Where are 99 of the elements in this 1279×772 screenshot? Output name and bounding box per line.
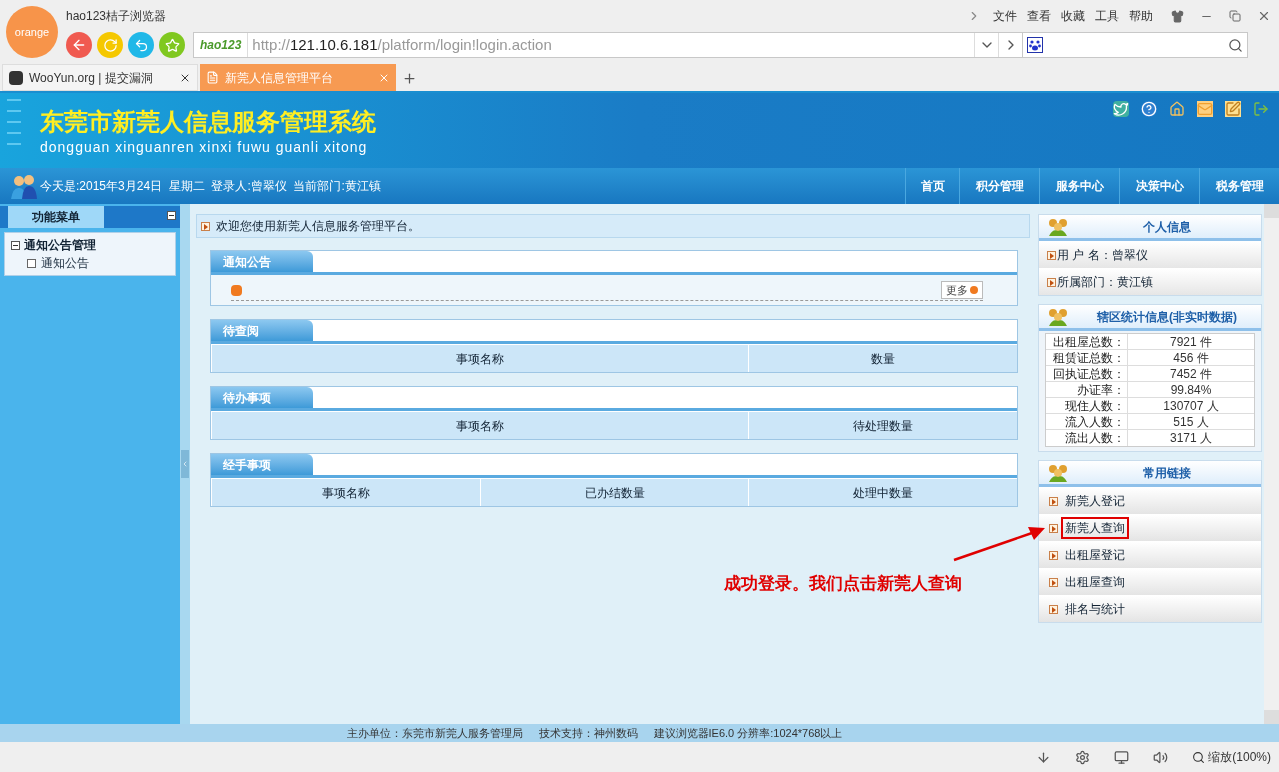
column-header: 处理中数量: [748, 479, 1017, 506]
stat-label: 流入人数：: [1046, 414, 1128, 429]
bullet-icon: [201, 221, 210, 231]
bullet-icon: [1049, 550, 1058, 560]
expand-toggle-icon[interactable]: [11, 240, 20, 250]
address-logo: hao123: [194, 33, 249, 57]
session-info: 今天是:2015年3月24日 星期二 登录人:曾翠仪 当前部门:黄江镇: [40, 178, 381, 195]
people-icon: [1047, 463, 1069, 482]
bullet-icon: [1047, 250, 1056, 260]
stat-value: 130707 人: [1162, 398, 1220, 413]
menu-item[interactable]: 帮助: [1129, 7, 1153, 25]
edit-icon[interactable]: [1225, 101, 1241, 117]
info-row-text: 所属部门：黄江镇: [1057, 274, 1153, 291]
more-button[interactable]: 更多: [941, 280, 983, 300]
url-text: http://121.10.6.181/platform/login!login.action: [252, 34, 553, 55]
column-header: 事项名称: [211, 479, 480, 506]
section-title: 待办事项: [211, 387, 313, 408]
page-icon: [206, 71, 219, 84]
footer-text: 技术支持：神州数码: [538, 725, 638, 741]
footer-text: 主办单位：东莞市新莞人服务管理局: [346, 725, 523, 741]
undo-icon: [133, 37, 149, 53]
column-header: 事项名称: [211, 412, 748, 439]
new-tab-icon[interactable]: [402, 71, 417, 86]
window-title: hao123桔子浏览器: [66, 8, 168, 25]
star-icon: [164, 37, 180, 53]
panel-title: 个人信息: [1142, 218, 1192, 236]
panel-title: 常用链接: [1142, 464, 1192, 482]
close-icon[interactable]: [1257, 9, 1271, 23]
notice-icon: [231, 284, 242, 296]
stat-label: 现住人数：: [1046, 398, 1128, 413]
bullet-icon: [1049, 523, 1058, 533]
refresh-icon: [102, 37, 118, 53]
bullet-icon: [1047, 277, 1056, 287]
column-header: 已办结数量: [479, 479, 749, 506]
menu-item[interactable]: 工具: [1095, 7, 1119, 25]
quick-link[interactable]: 出租屋查询: [1063, 573, 1127, 591]
column-header: 待处理数量: [748, 412, 1017, 439]
scrollbar[interactable]: [1264, 204, 1279, 724]
quick-link[interactable]: 新莞人登记: [1063, 492, 1127, 510]
stat-label: 出租屋总数：: [1046, 334, 1128, 349]
bullet-icon: [1049, 604, 1058, 614]
stat-value: 515 人: [1172, 414, 1210, 429]
people-icon: [1047, 307, 1069, 326]
download-icon[interactable]: [1036, 749, 1052, 765]
settings-icon[interactable]: [1075, 749, 1091, 765]
users-icon: [10, 173, 38, 199]
twitter-icon[interactable]: [1113, 101, 1129, 117]
browser-tab[interactable]: WooYun.org | 提交漏洞: [2, 64, 198, 91]
search-icon[interactable]: [1228, 37, 1243, 53]
address-bar[interactable]: hao123 http://121.10.6.181/platform/login!login.action: [193, 32, 1023, 58]
back-icon: [71, 37, 87, 53]
search-field[interactable]: [1023, 32, 1248, 58]
stat-value: 99.84%: [1169, 382, 1213, 397]
system-subtitle: dongguan xinguanren xinxi fuwu guanli xitong: [40, 138, 369, 157]
quick-link[interactable]: 新莞人查询: [1063, 519, 1127, 537]
item-icon: [27, 258, 36, 268]
stat-value: 7452 件: [1169, 366, 1213, 381]
bullet-icon: [1049, 496, 1058, 506]
help-icon[interactable]: [1141, 101, 1157, 117]
section-title: 待查阅: [211, 320, 313, 341]
stat-label: 办证率：: [1046, 382, 1128, 397]
restore-icon[interactable]: [1229, 10, 1241, 22]
collapse-icon[interactable]: [167, 211, 176, 220]
footer-text: 建议浏览器IE6.0 分辨率:1024*768以上: [653, 725, 843, 741]
section-title: 经手事项: [211, 454, 313, 475]
zoom-icon: [1192, 750, 1206, 764]
sound-icon[interactable]: [1153, 749, 1169, 765]
column-header: 事项名称: [211, 345, 748, 372]
screen-icon[interactable]: [1114, 749, 1130, 765]
menu-group[interactable]: 通知公告管理: [11, 236, 169, 254]
menu-item[interactable]: 收藏: [1061, 7, 1085, 25]
paw-icon: [1027, 37, 1043, 53]
stat-value: 456 件: [1172, 350, 1210, 365]
welcome-text: 欢迎您使用新莞人信息服务管理平台。: [216, 218, 420, 235]
menu-item[interactable]: 通知公告: [41, 254, 89, 272]
column-header: 数量: [748, 345, 1017, 372]
quick-link[interactable]: 出租屋登记: [1063, 546, 1127, 564]
home-icon[interactable]: [1169, 101, 1185, 117]
section-title: 通知公告: [211, 251, 313, 272]
menu-item[interactable]: 查看: [1027, 7, 1051, 25]
panel-title: 辖区统计信息(非实时数据): [1095, 308, 1238, 326]
stat-label: 租赁证总数：: [1046, 350, 1128, 365]
skin-icon[interactable]: [1171, 9, 1184, 23]
stat-label: 流出人数：: [1046, 430, 1128, 446]
zoom-button[interactable]: 缩放(100%): [1192, 748, 1271, 766]
menu-title: 功能菜单: [8, 206, 104, 228]
back-button[interactable]: [66, 32, 92, 58]
info-row-text: 用 户 名：曾翠仪: [1057, 247, 1148, 264]
stat-value: 7921 件: [1169, 334, 1213, 349]
bullet-icon: [1049, 577, 1058, 587]
annotation-text: 成功登录。我们点击新莞人查询: [724, 573, 962, 595]
system-title: 东莞市新莞人信息服务管理系统: [40, 107, 376, 137]
stat-value: 3171 人: [1169, 430, 1213, 446]
stat-label: 回执证总数：: [1046, 366, 1128, 381]
menu-item[interactable]: 文件: [993, 7, 1017, 25]
collapse-handle[interactable]: [181, 450, 189, 478]
site-icon: [9, 70, 23, 85]
quick-link[interactable]: 排名与统计: [1063, 600, 1127, 618]
people-icon: [1047, 217, 1069, 236]
